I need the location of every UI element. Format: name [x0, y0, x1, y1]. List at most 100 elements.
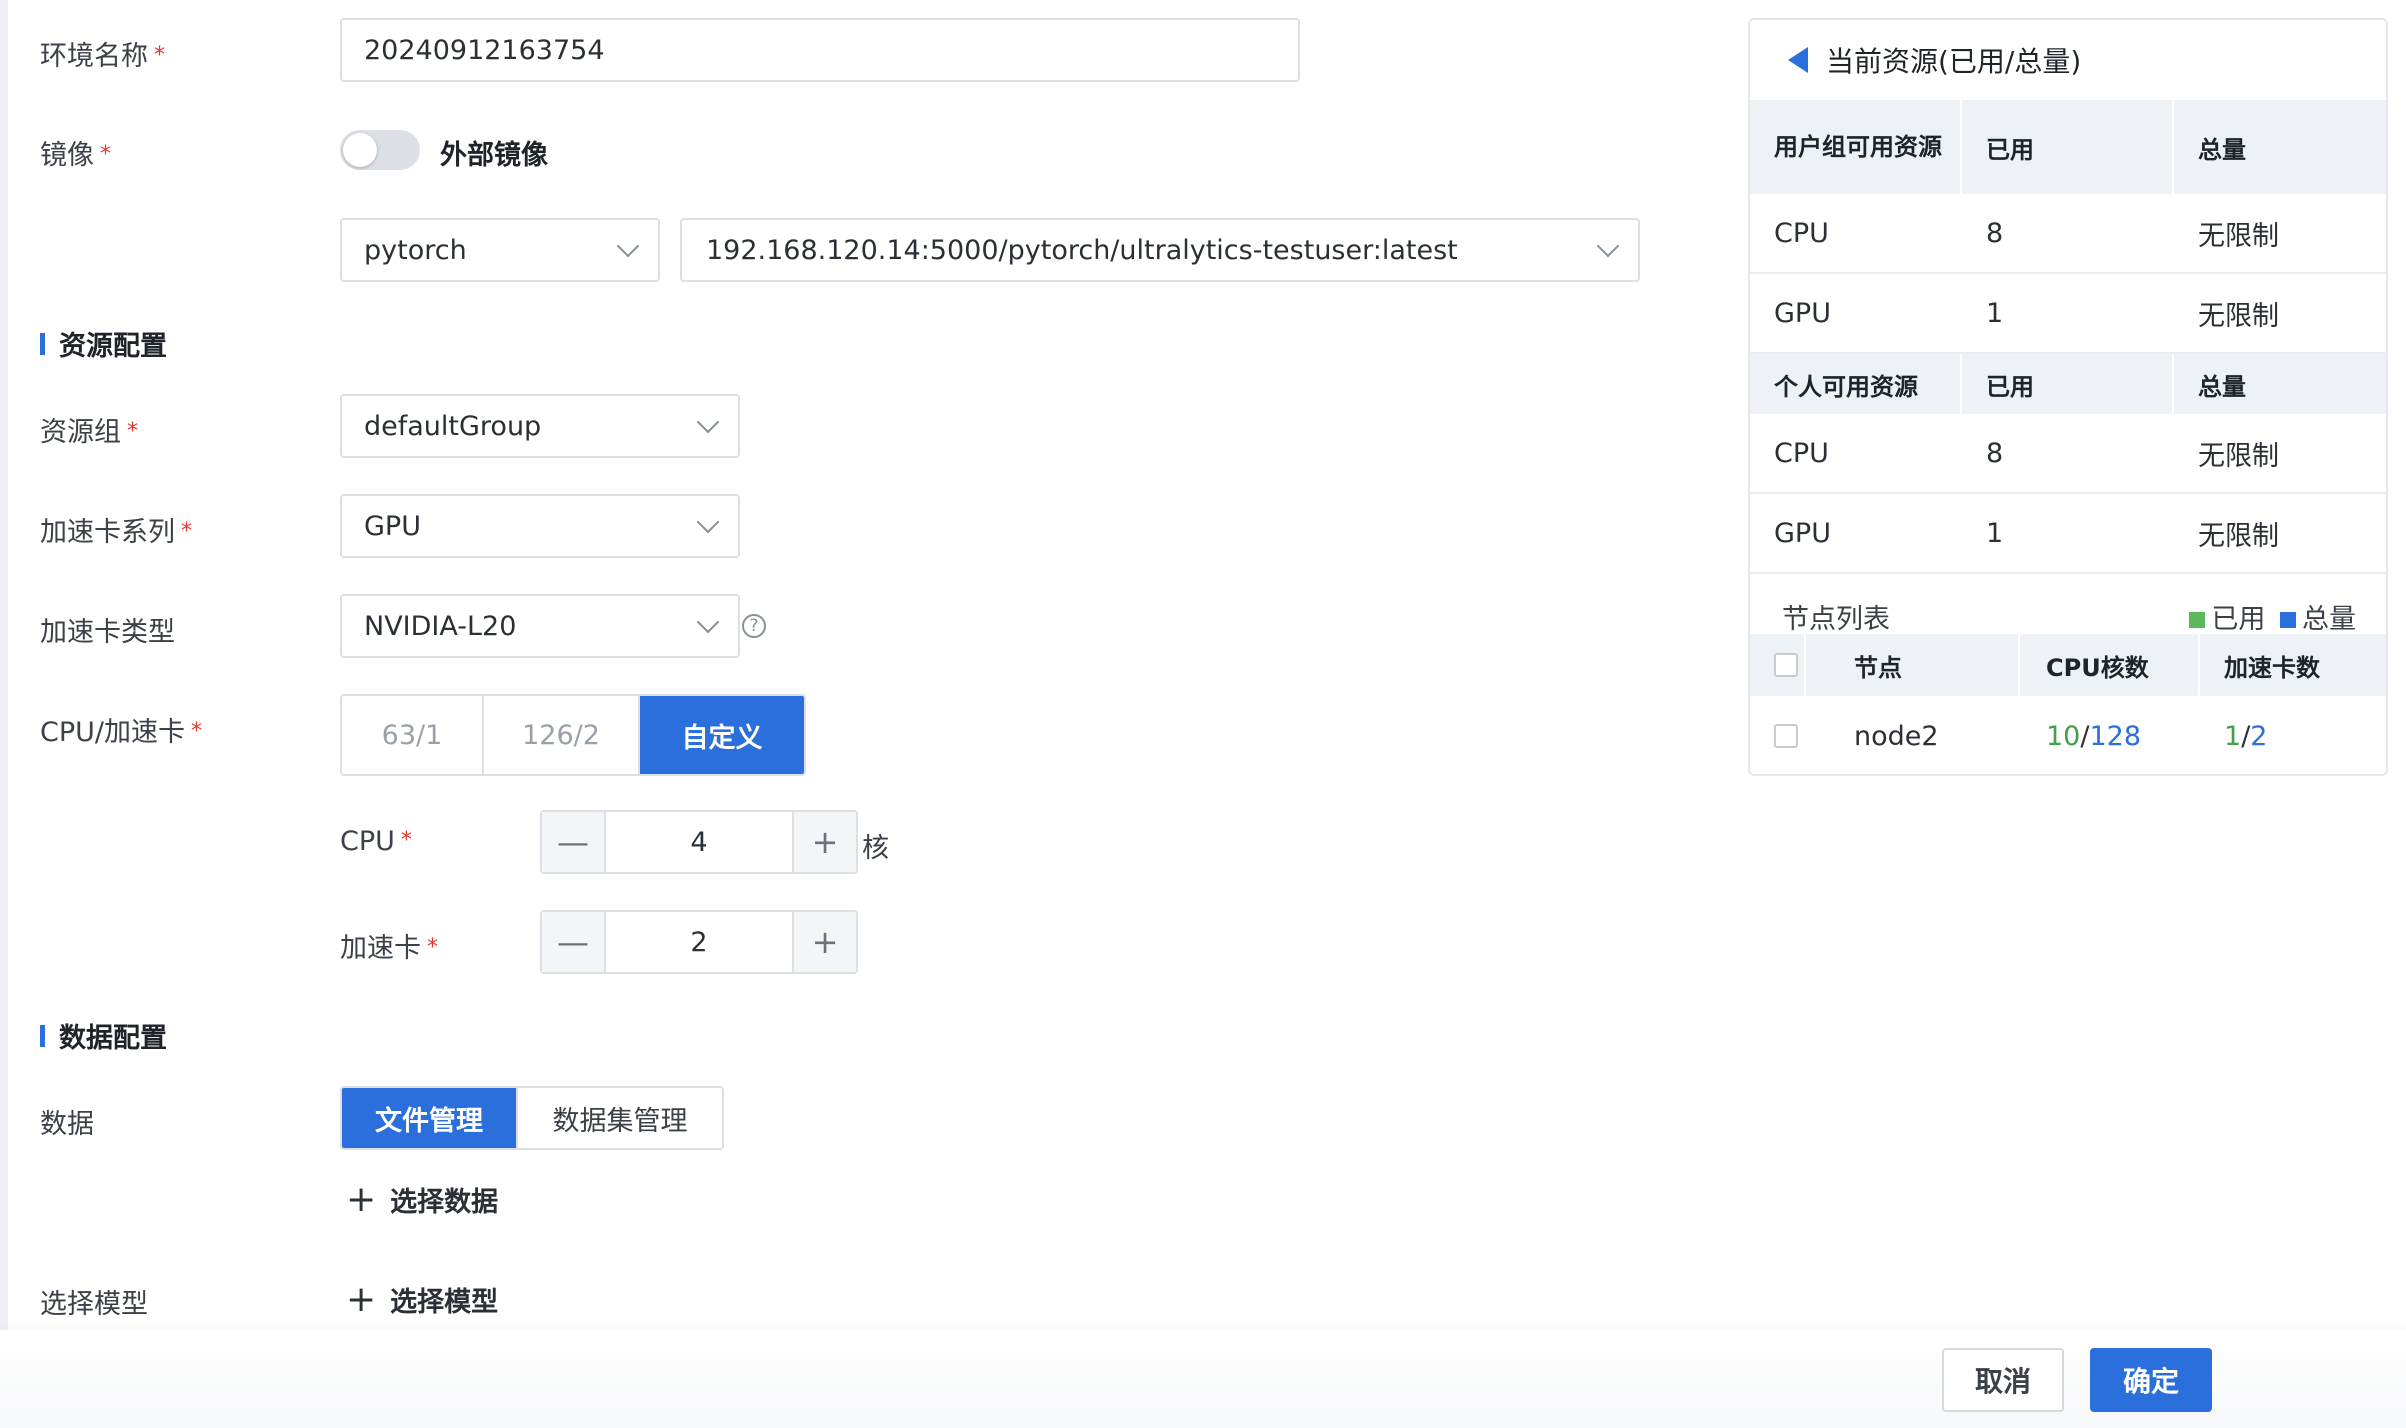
accel-type-select[interactable]: NVIDIA-L20 — [340, 594, 740, 658]
accel-increment-button[interactable]: + — [792, 912, 856, 972]
accel-series-value: GPU — [364, 510, 421, 542]
header-cell: 已用 — [1962, 100, 2174, 194]
header-checkbox-cell — [1750, 634, 1806, 696]
cpu-accel-label: CPU/加速卡 * — [40, 717, 202, 748]
cpu-unit-label: 核 — [862, 833, 889, 864]
table-cell: 1 — [1986, 517, 2004, 549]
table-cell: CPU — [1774, 437, 1829, 469]
table-cell: 无限制 — [2198, 520, 2279, 552]
resource-group-label: 资源组 * — [40, 417, 138, 448]
header-cell: 总量 — [2174, 354, 2386, 414]
external-image-label: 外部镜像 — [440, 140, 548, 171]
accel-series-select[interactable]: GPU — [340, 494, 740, 558]
table-row: GPU 1 无限制 — [1750, 274, 2386, 354]
help-icon[interactable]: ? — [742, 614, 766, 638]
chevron-down-icon — [696, 510, 720, 534]
select-data-button[interactable]: + 选择数据 — [346, 1180, 498, 1219]
preset-63-1[interactable]: 63/1 — [342, 696, 484, 774]
accel-count-label: 加速卡 * — [340, 933, 438, 964]
tab-dataset-management[interactable]: 数据集管理 — [518, 1088, 722, 1148]
table-cell: 无限制 — [2198, 300, 2279, 332]
chevron-down-icon — [696, 410, 720, 434]
legend-total-swatch — [2280, 611, 2296, 628]
legend-total-label: 总量 — [2302, 603, 2356, 635]
plus-icon: + — [346, 1178, 377, 1220]
required-mark: * — [400, 828, 412, 853]
image-label: 镜像 * — [40, 140, 111, 171]
tab-file-management[interactable]: 文件管理 — [342, 1088, 518, 1148]
image-path-select[interactable]: 192.168.120.14:5000/pytorch/ultralytics-… — [680, 218, 1640, 282]
resource-group-select[interactable]: defaultGroup — [340, 394, 740, 458]
accel-type-value: NVIDIA-L20 — [364, 610, 517, 642]
cpu-stepper: — 4 + — [540, 810, 858, 874]
accel-stepper: — 2 + — [540, 910, 858, 974]
table-cell: 无限制 — [2198, 220, 2279, 252]
cpu-accel-preset-group: 63/1 126/2 自定义 — [340, 694, 806, 776]
separator: / — [2080, 720, 2090, 752]
row-checkbox[interactable] — [1774, 724, 1798, 748]
external-image-toggle[interactable] — [340, 130, 420, 170]
cpu-used: 10 — [2046, 720, 2081, 752]
header-cell: 已用 — [1962, 354, 2174, 414]
accel-decrement-button[interactable]: — — [542, 912, 606, 972]
cpu-value-input[interactable]: 4 — [606, 812, 792, 872]
resource-group-value: defaultGroup — [364, 410, 542, 442]
table-row: GPU 1 无限制 — [1750, 494, 2386, 574]
header-cell: CPU核数 — [2020, 634, 2200, 696]
panel-title: 当前资源(已用/总量) — [1826, 45, 2082, 78]
data-source-tabs: 文件管理 数据集管理 — [340, 1086, 724, 1150]
table-cell: 1 — [1986, 297, 2004, 329]
table-cell: 无限制 — [2198, 440, 2279, 472]
node-table-header: 节点 CPU核数 加速卡数 — [1750, 634, 2386, 696]
required-mark: * — [100, 142, 111, 167]
cancel-button[interactable]: 取消 — [1942, 1348, 2064, 1412]
section-marker — [40, 1024, 45, 1047]
required-mark: * — [127, 419, 138, 444]
resource-panel: 当前资源(已用/总量) 用户组可用资源 已用 总量 CPU 8 无限制 GPU … — [1748, 18, 2388, 776]
confirm-button[interactable]: 确定 — [2090, 1348, 2212, 1412]
accel-series-label: 加速卡系列 * — [40, 517, 192, 548]
resource-section-title: 资源配置 — [40, 324, 167, 363]
personal-table-header: 个人可用资源 已用 总量 — [1750, 354, 2386, 414]
model-label: 选择模型 — [40, 1289, 148, 1320]
header-cell: 个人可用资源 — [1750, 354, 1962, 414]
cpu-increment-button[interactable]: + — [792, 812, 856, 872]
legend-used-swatch — [2189, 611, 2206, 628]
header-cell: 节点 — [1806, 634, 2020, 696]
accel-total: 2 — [2250, 720, 2268, 752]
table-cell: CPU — [1774, 217, 1829, 249]
panel-header[interactable]: 当前资源(已用/总量) — [1750, 20, 2386, 100]
table-cell: 8 — [1986, 217, 2004, 249]
preset-126-2[interactable]: 126/2 — [484, 696, 640, 774]
select-model-button[interactable]: + 选择模型 — [346, 1280, 498, 1319]
legend: 已用 总量 — [2189, 597, 2356, 636]
table-cell: GPU — [1774, 517, 1831, 549]
select-all-checkbox[interactable] — [1774, 653, 1798, 677]
required-mark: * — [181, 519, 192, 544]
table-row: CPU 8 无限制 — [1750, 414, 2386, 494]
image-framework-select[interactable]: pytorch — [340, 218, 660, 282]
section-marker — [40, 332, 45, 355]
toggle-knob — [343, 133, 377, 167]
cpu-label: CPU * — [340, 826, 412, 857]
data-label: 数据 — [40, 1109, 94, 1140]
node-cpu-cell: 10/128 — [2020, 696, 2200, 774]
accel-value-input[interactable]: 2 — [606, 912, 792, 972]
table-cell: 8 — [1986, 437, 2004, 469]
node-accel-cell: 1/2 — [2200, 696, 2386, 774]
accel-type-label: 加速卡类型 — [40, 617, 175, 648]
required-mark: * — [191, 719, 202, 744]
row-checkbox-cell — [1750, 696, 1806, 774]
chevron-down-icon — [1596, 234, 1620, 258]
image-framework-value: pytorch — [364, 234, 467, 266]
env-name-label: 环境名称 * — [40, 41, 165, 72]
collapse-arrow-icon[interactable] — [1788, 47, 1808, 73]
separator: / — [2241, 720, 2251, 752]
legend-used-label: 已用 — [2211, 603, 2266, 635]
required-mark: * — [427, 935, 438, 960]
preset-custom[interactable]: 自定义 — [640, 696, 804, 774]
cpu-decrement-button[interactable]: — — [542, 812, 606, 872]
table-row: node2 10/128 1/2 — [1750, 696, 2386, 774]
env-name-input[interactable]: 20240912163754 — [340, 18, 1300, 82]
header-cell: 用户组可用资源 — [1750, 100, 1962, 194]
